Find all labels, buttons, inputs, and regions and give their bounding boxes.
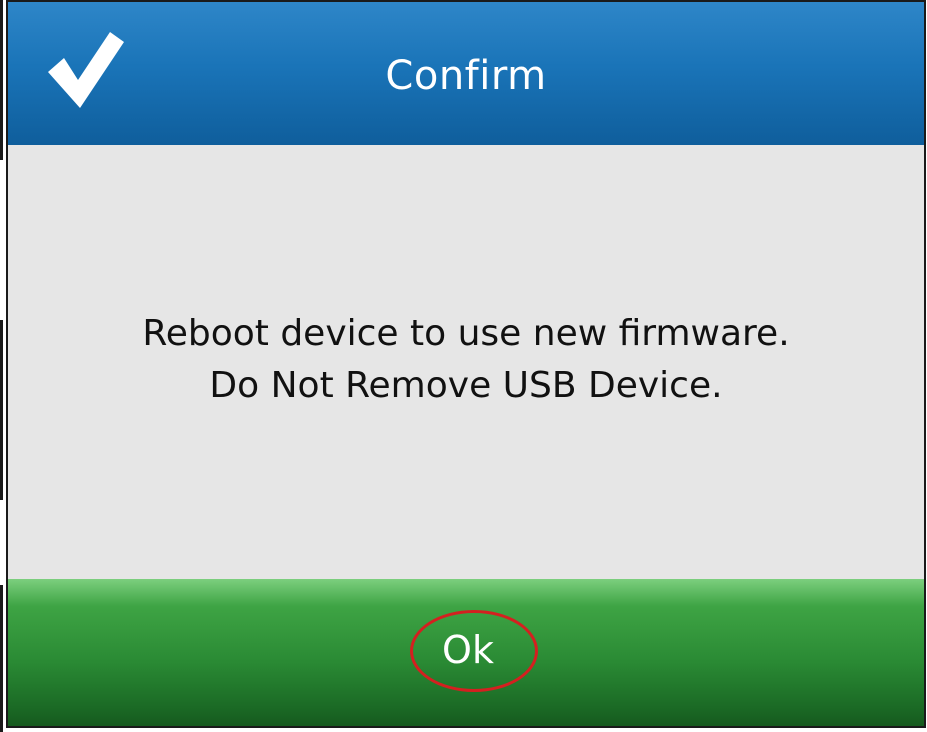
dialog-body: Reboot device to use new firmware. Do No…	[8, 145, 924, 579]
dialog-message: Reboot device to use new firmware. Do No…	[8, 308, 924, 412]
dialog-footer: Ok	[8, 579, 924, 726]
dialog-header: Confirm	[8, 2, 924, 145]
screen: Confirm Reboot device to use new firmwar…	[0, 0, 927, 732]
ok-button[interactable]: Ok	[348, 579, 588, 726]
left-edge-line	[0, 585, 3, 732]
confirm-dialog: Confirm Reboot device to use new firmwar…	[6, 0, 926, 728]
ok-button-label: Ok	[442, 628, 494, 672]
left-edge-line	[0, 0, 3, 160]
left-edge-line	[0, 320, 3, 500]
dialog-title: Confirm	[385, 53, 547, 99]
message-line-1: Reboot device to use new firmware.	[142, 313, 790, 354]
message-line-2: Do Not Remove USB Device.	[209, 365, 723, 406]
